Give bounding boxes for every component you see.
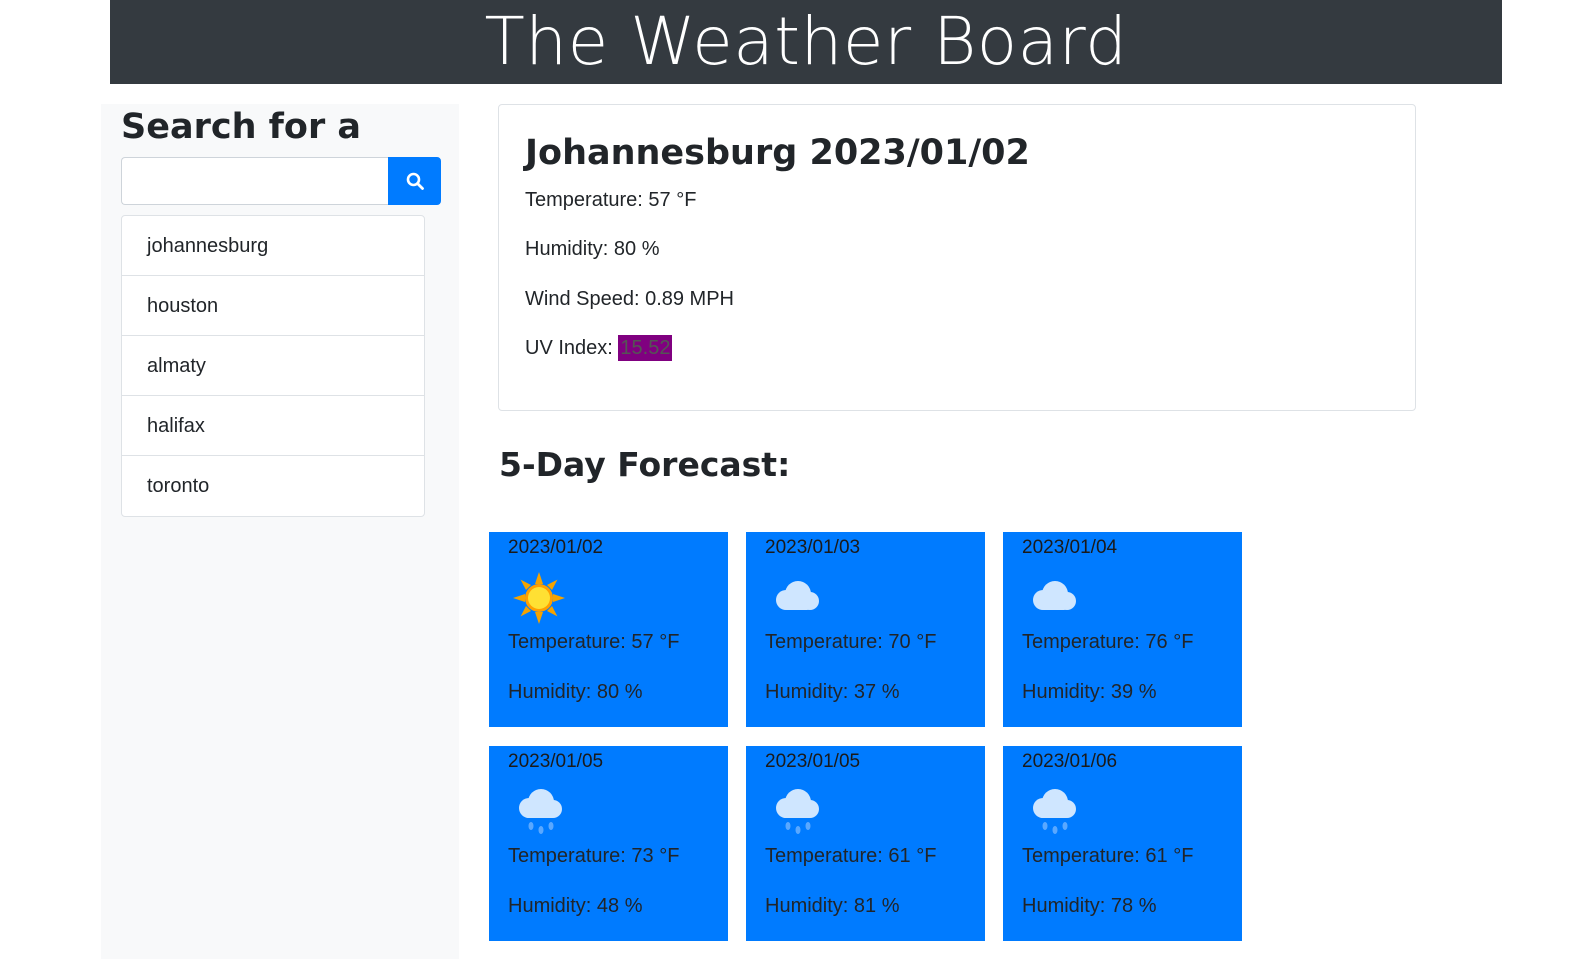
history-item-halifax[interactable]: halifax	[122, 396, 424, 456]
current-wind-speed: Wind Speed: 0.89 MPH	[525, 288, 734, 310]
search-button[interactable]	[388, 157, 441, 205]
current-temperature: Temperature: 57 °F	[525, 189, 697, 211]
forecast-temperature: Temperature: 61 °F	[1022, 845, 1194, 867]
history-item-almaty[interactable]: almaty	[122, 336, 424, 396]
forecast-heading: 5-Day Forecast:	[499, 445, 791, 484]
forecast-temperature: Temperature: 61 °F	[765, 845, 937, 867]
forecast-humidity: Humidity: 39 %	[1022, 681, 1157, 703]
forecast-card: 2023/01/05 Temperature: 61 °F Humidity: …	[746, 746, 985, 941]
forecast-date: 2023/01/02	[508, 537, 604, 558]
forecast-temperature: Temperature: 70 °F	[765, 631, 937, 653]
uv-label: UV Index:	[525, 337, 619, 359]
forecast-card: 2023/01/06 Temperature: 61 °F Humidity: …	[1003, 746, 1242, 941]
uv-index-badge: 15.52	[618, 335, 673, 361]
search-row	[121, 157, 441, 205]
forecast-card: 2023/01/04 Temperature: 76 °F Humidity: …	[1003, 532, 1242, 727]
rain-cloud-icon	[519, 789, 562, 834]
cloud-icon	[1033, 581, 1076, 610]
forecast-humidity: Humidity: 78 %	[1022, 895, 1157, 917]
forecast-card: 2023/01/05 Temperature: 73 °F Humidity: …	[489, 746, 728, 941]
app-title: The Weather Board	[484, 3, 1128, 80]
search-icon	[406, 172, 424, 190]
current-uv-row: UV Index: 15.52	[525, 335, 673, 361]
forecast-date: 2023/01/03	[765, 537, 861, 558]
forecast-card: 2023/01/03 Temperature: 70 °F Humidity: …	[746, 532, 985, 727]
cloud-icon	[776, 581, 819, 610]
forecast-date: 2023/01/04	[1022, 537, 1118, 558]
forecast-humidity: Humidity: 48 %	[508, 895, 643, 917]
forecast-date: 2023/01/06	[1022, 751, 1118, 772]
history-item-johannesburg[interactable]: johannesburg	[122, 216, 424, 276]
forecast-date: 2023/01/05	[508, 751, 604, 772]
sidebar: Search for a City: johannesburg houston …	[101, 104, 459, 959]
history-item-toronto[interactable]: toronto	[122, 456, 424, 516]
forecast-humidity: Humidity: 81 %	[765, 895, 900, 917]
search-history-list: johannesburg houston almaty halifax toro…	[121, 215, 425, 517]
current-weather-card: Johannesburg 2023/01/02 Temperature: 57 …	[498, 104, 1416, 411]
forecast-humidity: Humidity: 80 %	[508, 681, 643, 703]
rain-cloud-icon	[776, 789, 819, 834]
sun-icon	[513, 572, 565, 624]
forecast-date: 2023/01/05	[765, 751, 861, 772]
forecast-card: 2023/01/02 Temperature: 57 °F Humidity: …	[489, 532, 728, 727]
forecast-temperature: Temperature: 76 °F	[1022, 631, 1194, 653]
forecast-temperature: Temperature: 73 °F	[508, 845, 680, 867]
current-city-title: Johannesburg 2023/01/02	[525, 133, 1030, 173]
current-humidity: Humidity: 80 %	[525, 238, 660, 260]
city-search-input[interactable]	[121, 157, 388, 205]
history-item-houston[interactable]: houston	[122, 276, 424, 336]
app-header: The Weather Board	[110, 0, 1502, 84]
forecast-humidity: Humidity: 37 %	[765, 681, 900, 703]
forecast-temperature: Temperature: 57 °F	[508, 631, 680, 653]
rain-cloud-icon	[1033, 789, 1076, 834]
